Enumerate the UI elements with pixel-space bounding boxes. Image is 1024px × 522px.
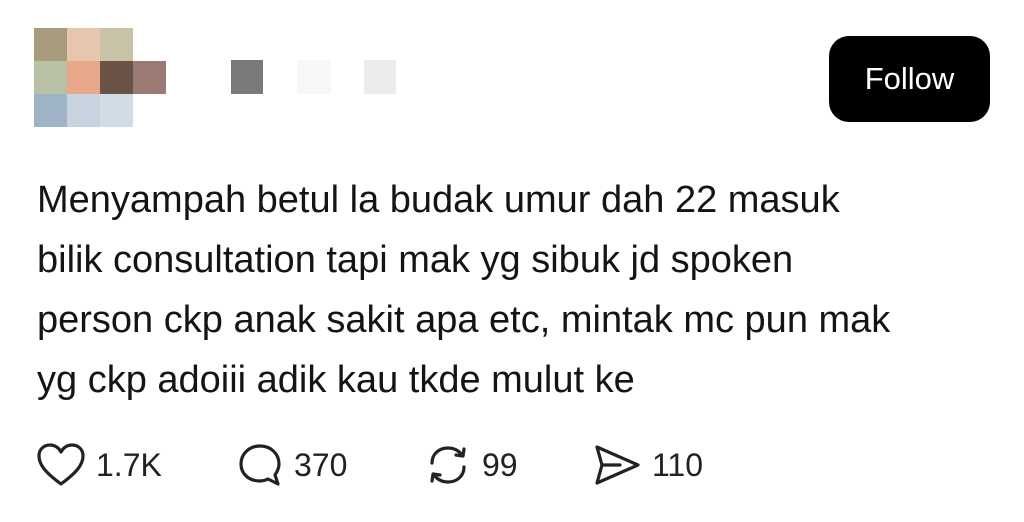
post-header: Follow [34,28,990,128]
post-card: Follow Menyampah betul la budak umur dah… [0,0,1024,522]
post-text: Menyampah betul la budak umur dah 22 mas… [37,170,997,410]
speech-bubble-icon [236,441,284,489]
post-text-line: yg ckp adoiii adik kau tkde mulut ke [37,359,635,401]
send-icon [592,441,642,489]
share-count: 110 [652,446,704,483]
share-button[interactable]: 110 [592,440,703,490]
post-text-line: person ckp anak sakit apa etc, mintak mc… [37,299,891,341]
repost-button[interactable]: 99 [424,440,518,490]
like-count: 1.7K [96,446,162,483]
repost-arrows-icon [424,441,472,489]
reply-button[interactable]: 370 [236,440,347,490]
repost-count: 99 [482,446,518,483]
heart-icon [36,442,86,488]
reply-count: 370 [294,446,348,483]
like-button[interactable]: 1.7K [36,440,162,490]
username-blurred[interactable] [231,60,401,94]
avatar[interactable] [34,28,166,128]
action-bar: 1.7K 370 99 110 [36,440,936,490]
post-text-line: Menyampah betul la budak umur dah 22 mas… [37,179,840,221]
post-text-line: bilik consultation tapi mak yg sibuk jd … [37,239,794,281]
follow-button[interactable]: Follow [829,36,990,122]
